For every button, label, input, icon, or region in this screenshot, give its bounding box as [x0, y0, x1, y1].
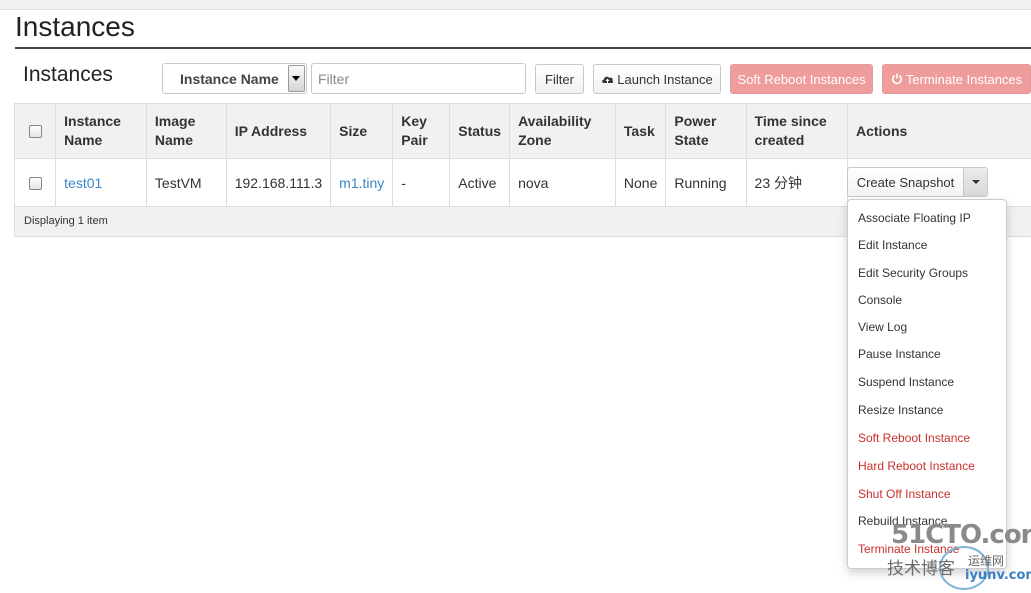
top-strip: [0, 0, 1031, 10]
menu-item-view-log[interactable]: View Log: [858, 320, 907, 334]
watermark-main-text: 51CTO.com: [891, 520, 1031, 550]
column-header-actions: Actions: [846, 103, 1031, 159]
terminate-instances-label: Terminate Instances: [905, 71, 1023, 87]
row-actions-menu: Associate Floating IP Edit Instance Edit…: [847, 199, 1007, 569]
instance-name-link[interactable]: test01: [64, 175, 102, 191]
task-cell: None: [614, 158, 667, 207]
actions-dropdown-toggle[interactable]: [963, 168, 987, 196]
availability-zone-cell: nova: [509, 158, 616, 207]
column-header-instance-name[interactable]: Instance Name: [55, 103, 147, 159]
watermark-sub-text: 技术博客: [887, 559, 955, 579]
menu-item-console[interactable]: Console: [858, 293, 902, 307]
power-state-cell: Running: [665, 158, 747, 207]
menu-item-suspend-instance[interactable]: Suspend Instance: [858, 375, 954, 389]
column-header-ip-address[interactable]: IP Address: [225, 103, 332, 159]
menu-item-associate-floating-ip[interactable]: Associate Floating IP: [858, 211, 971, 225]
create-snapshot-label: Create Snapshot: [856, 174, 955, 190]
column-header-task[interactable]: Task: [614, 103, 667, 159]
column-header-time-since-created[interactable]: Time since created: [745, 103, 848, 159]
title-divider: [15, 47, 1031, 49]
power-icon: [891, 73, 902, 85]
menu-item-shut-off-instance[interactable]: Shut Off Instance: [858, 487, 951, 501]
row-actions-group: Create Snapshot: [847, 167, 988, 197]
key-pair-cell: -: [392, 158, 451, 207]
filter-field-select[interactable]: Instance Name: [162, 63, 307, 94]
create-snapshot-button[interactable]: Create Snapshot: [848, 168, 963, 196]
filter-button[interactable]: Filter: [535, 64, 584, 94]
column-header-status[interactable]: Status: [449, 103, 511, 159]
menu-item-hard-reboot-instance[interactable]: Hard Reboot Instance: [858, 459, 975, 473]
select-all-header: [13, 103, 57, 159]
column-header-image-name[interactable]: Image Name: [145, 103, 227, 159]
menu-item-edit-instance[interactable]: Edit Instance: [858, 238, 927, 252]
menu-item-edit-security-groups[interactable]: Edit Security Groups: [858, 266, 968, 280]
ip-address-cell: 192.168.111.3: [225, 158, 332, 207]
caret-down-icon: [972, 180, 980, 184]
time-since-created-cell: 23 分钟: [745, 158, 848, 207]
column-header-size[interactable]: Size: [330, 103, 394, 159]
launch-instance-button[interactable]: Launch Instance: [593, 64, 721, 94]
menu-item-pause-instance[interactable]: Pause Instance: [858, 347, 941, 361]
filter-input[interactable]: [311, 63, 526, 94]
filter-button-label: Filter: [545, 71, 574, 87]
table-title: Instances: [23, 63, 113, 86]
soft-reboot-instances-button[interactable]: Soft Reboot Instances: [730, 64, 873, 94]
status-cell: Active: [449, 158, 511, 207]
page-title: Instances: [15, 11, 135, 42]
terminate-instances-button[interactable]: Terminate Instances: [882, 64, 1031, 94]
column-header-availability-zone[interactable]: Availability Zone: [509, 103, 616, 159]
menu-item-soft-reboot-instance[interactable]: Soft Reboot Instance: [858, 431, 970, 445]
launch-instance-label: Launch Instance: [617, 71, 713, 87]
column-header-key-pair[interactable]: Key Pair: [392, 103, 451, 159]
filter-field-value: Instance Name: [180, 71, 279, 87]
cloud-upload-icon: [602, 76, 614, 84]
instance-name-cell: test01: [55, 158, 147, 207]
chevron-down-icon[interactable]: [288, 65, 305, 92]
table-header-row: Instance Name Image Name IP Address Size K…: [13, 103, 1031, 159]
watermark-url-text: iyunv.com: [965, 568, 1031, 583]
column-header-power-state[interactable]: Power State: [665, 103, 747, 159]
size-cell: m1.tiny: [330, 158, 394, 207]
row-select-cell: [13, 158, 57, 207]
image-name-cell: TestVM: [145, 158, 227, 207]
item-count-text: Displaying 1 item: [24, 215, 108, 227]
row-checkbox[interactable]: [28, 177, 42, 191]
soft-reboot-instances-label: Soft Reboot Instances: [737, 71, 866, 87]
select-all-checkbox[interactable]: [28, 125, 42, 139]
site-watermark: 51CTO.com 技术博客 运维网 iyunv.com: [885, 518, 1031, 593]
flavor-link[interactable]: m1.tiny: [339, 175, 384, 191]
watermark-right-text: 运维网: [968, 554, 1005, 568]
menu-item-resize-instance[interactable]: Resize Instance: [858, 403, 943, 417]
